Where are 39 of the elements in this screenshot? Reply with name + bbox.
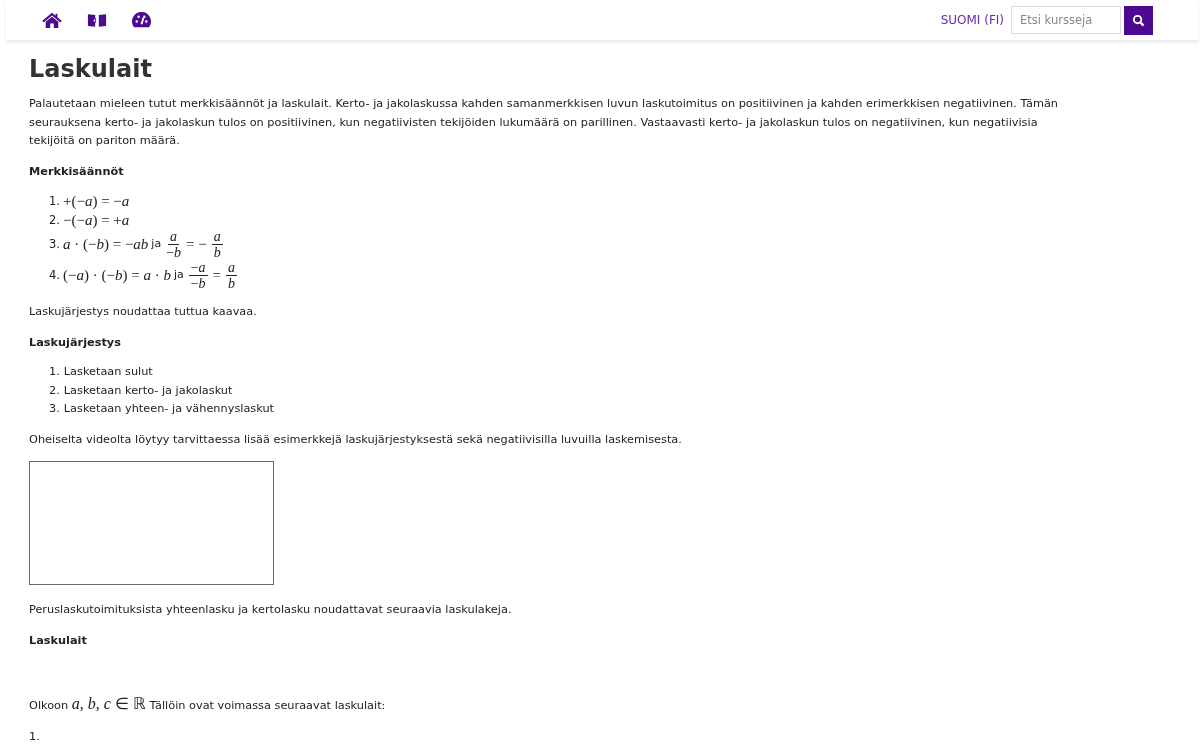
- paragraph: Oheiselta videolta löytyy tarvittaessa lisää esimerkkejä laskujärjestyksestä sekä negatiivisilla luvuilla laskemisesta.: [29, 431, 683, 448]
- list-item-text: Lasketaan sulut: [63, 364, 153, 380]
- list-number: 1.: [49, 364, 60, 380]
- language-link[interactable]: SUOMI (FI): [940, 13, 1004, 27]
- list-number: 2.: [49, 211, 60, 229]
- book-icon[interactable]: [87, 11, 107, 29]
- fraction: −a −b: [188, 260, 208, 291]
- conjunction-text: ja: [173, 267, 184, 284]
- fraction: a b: [226, 260, 238, 291]
- list-number: 3.: [49, 401, 60, 417]
- conjunction-text: ja: [151, 236, 162, 253]
- paragraph: Peruslaskutoimituksista yhteenlasku ja kertolasku noudattavat seuraavia laskulakeja.: [29, 602, 513, 618]
- fraction: a −b: [166, 229, 182, 260]
- list-number: 2.: [49, 382, 60, 399]
- search-icon: [1132, 13, 1145, 27]
- paragraph: Olkoon a, b, c ∈ ℝ Tällöin ovat voimassa seuraavat laskulait:: [29, 695, 387, 714]
- gauge-icon[interactable]: [131, 10, 152, 30]
- paragraph: Palautetaan mieleen tutut merkkisäännöt ja laskulait. Kerto- ja jakolaskussa kahden samanmerkkisen luvun laskutoimitus on positiivinen ja kahden erimerkkisen negatiivinen. Tämän seurauksena kerto- ja jakolaskun tulos on positiivinen, kun negatiivisten tekijöiden lukumäärä on parillinen. Vastaavasti kerto- ja jakolaskun tulos on negatiivinen, kun negatiivisia tekijöitä on pariton määrä.: [29, 96, 1060, 149]
- math-expression: −(−a) = +a: [63, 210, 130, 229]
- section-heading: Laskujärjestys: [29, 334, 122, 351]
- section-heading: Laskulait: [29, 632, 88, 649]
- paragraph: Laskujärjestys noudattaa tuttua kaavaa.: [29, 304, 258, 320]
- section-heading: Merkkisäännöt: [29, 163, 125, 180]
- paragraph: 1.: [29, 728, 41, 745]
- list-number: 1.: [49, 193, 60, 210]
- math-expression: (−a) · (−b) = a · b: [63, 266, 171, 285]
- search-button[interactable]: [1124, 5, 1153, 35]
- math-expression: = −: [186, 235, 207, 254]
- home-icon[interactable]: [41, 11, 63, 29]
- list-item-text: Lasketaan yhteen- ja vähennyslaskut: [63, 401, 274, 417]
- list-number: 4.: [49, 267, 60, 285]
- math-expression: a · (−b) = −ab: [63, 235, 149, 254]
- math-expression: +(−a) = −a: [63, 192, 130, 211]
- list-item-text: Lasketaan kerto- ja jakolaskut: [63, 382, 233, 399]
- list-number: 3.: [49, 236, 60, 254]
- math-expression: =: [212, 266, 222, 285]
- search-field[interactable]: Etsi kursseja: [1011, 6, 1121, 34]
- page-title: Laskulait: [29, 54, 153, 85]
- video-frame[interactable]: [29, 461, 274, 585]
